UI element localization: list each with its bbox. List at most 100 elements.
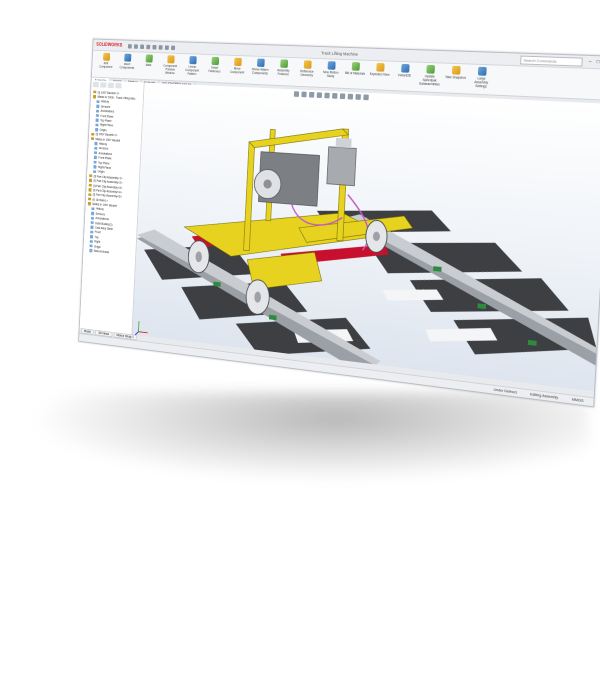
ribbon-button-snapshot[interactable]: Take Snapshot [444,65,467,80]
feature-icon [90,221,94,225]
ribbon-button-label: Assembly Features [277,68,290,77]
ribbon-button-speedpak[interactable]: Update Speedpak Subassemblies [418,64,441,87]
insert-components-icon [123,53,132,62]
ribbon-button-insert-components[interactable]: Insert Components [118,53,137,70]
print-icon[interactable] [146,44,151,49]
app-logo[interactable]: SOLIDWORKS [93,42,125,48]
zoom-to-fit-icon[interactable] [293,91,299,97]
cad-window: SOLIDWORKS Track Lifting Machine Search … [78,38,600,408]
tree-node-label: Top [94,235,99,240]
tree-node-label: Origin [97,170,105,174]
open-file-icon[interactable] [134,43,139,49]
quick-access-toolbar [125,43,176,50]
mate-icon [145,54,153,63]
feature-icon [96,100,100,104]
feature-icon [91,211,95,215]
rail-clip [213,281,221,287]
rebuild-icon[interactable] [165,44,170,50]
new-file-icon[interactable] [128,43,133,49]
reference-geometry-icon [303,60,312,69]
ribbon-button-label: Exploded View [369,72,390,77]
save-icon[interactable] [140,44,145,49]
ribbon-button-linear-pattern[interactable]: Linear Component Pattern [182,56,202,76]
hide-show-items-icon[interactable] [339,93,345,100]
large-assembly-icon [477,66,487,76]
feature-icon [91,207,95,211]
apply-scene-icon[interactable] [354,94,361,100]
stage: SOLIDWORKS Track Lifting Machine Search … [0,0,600,678]
ribbon-button-move-component[interactable]: Move Component [227,57,247,74]
component-icon [88,188,92,192]
tree-node-label: Sensors [98,146,109,151]
ribbon-button-label: Edit Component [99,61,113,69]
ribbon-button-show-hidden[interactable]: Show Hidden Components [250,58,271,75]
definition-status: Under Defined [493,387,517,395]
zoom-area-icon[interactable] [300,91,307,98]
feature-icon [93,165,97,169]
snapshot-icon [451,65,461,75]
rail-clip [433,266,442,272]
ribbon-button-label: Move Component [229,66,245,75]
feature-icon [94,151,98,155]
section-view-icon[interactable] [316,92,322,99]
ribbon-button-smart-fasteners[interactable]: Smart Fasteners [205,56,225,74]
ribbon-button-label: Reference Geometry [300,69,314,78]
feature-icon [93,160,97,164]
ribbon-button-label: Update Speedpak Subassemblies [418,74,440,87]
tree-node-label: Sensors [100,104,111,109]
ribbon-button-motion-study[interactable]: New Motion Study [320,61,341,79]
bom-icon [351,62,360,71]
feature-icon [96,109,100,113]
previous-view-icon[interactable] [308,91,314,98]
edit-appearance-icon[interactable] [347,93,353,100]
component-icon [88,178,93,183]
tree-node-label: Sensors [95,211,106,217]
dimxpert-tab-icon[interactable] [115,82,122,89]
units-selector[interactable]: MMGS [572,398,584,403]
ribbon-button-bom[interactable]: Bill of Materials [345,62,367,76]
component-icon [93,90,97,94]
component-icon [92,95,97,99]
ribbon-button-preview-window[interactable]: Component Preview Window [160,55,180,75]
feature-icon [89,244,93,248]
fuel-tank [335,137,352,149]
tree-node-label: Origin [93,244,101,249]
component-icon [88,183,92,187]
editing-mode-status: Editing Assembly [530,392,559,400]
feature-icon [90,230,94,234]
instant3d-icon [400,63,410,73]
motion-study-icon [327,61,336,70]
ribbon-button-instant3d[interactable]: Instant3D [394,63,416,78]
tree-node-label: Origin [99,128,107,132]
ribbon-button-mate[interactable]: Mate [139,54,158,67]
select-icon[interactable] [158,44,164,50]
assembly-features-icon [279,59,288,68]
ribbon-button-reference-geometry[interactable]: Reference Geometry [297,60,318,77]
tree-node-label: History [100,100,110,104]
view-settings-icon[interactable] [362,94,369,101]
ribbon-button-exploded-view[interactable]: Exploded View [369,62,391,77]
rail-clip [477,303,487,310]
feature-icon [95,123,99,127]
ribbon-button-large-assembly[interactable]: Large Assembly Settings [470,66,494,88]
smart-fasteners-icon [211,56,219,66]
feature-manager-tab-icon[interactable] [92,81,99,88]
ribbon-button-label: Take Snapshot [445,75,466,80]
property-manager-tab-icon[interactable] [100,82,107,88]
ribbon-button-assembly-features[interactable]: Assembly Features [273,59,294,76]
ribbon-button-label: Bill of Materials [344,71,366,76]
search-commands-input[interactable]: Search Commands [520,55,584,67]
ribbon-button-label: Large Assembly Settings [474,76,489,89]
configuration-manager-tab-icon[interactable] [107,82,115,89]
maximize-button[interactable]: □ [596,59,599,65]
ribbon-button-edit-component[interactable]: Edit Component [97,52,116,69]
feature-icon [93,155,97,160]
view-orientation-icon[interactable] [323,92,330,99]
undo-icon[interactable] [152,44,157,50]
window-controls: – □ × [589,59,600,66]
tree-tab-strip [92,81,142,90]
control-box [327,147,357,186]
display-style-icon[interactable] [331,92,338,99]
minimize-button[interactable]: – [589,59,592,65]
tree-node-label: Top Plane [100,118,112,123]
